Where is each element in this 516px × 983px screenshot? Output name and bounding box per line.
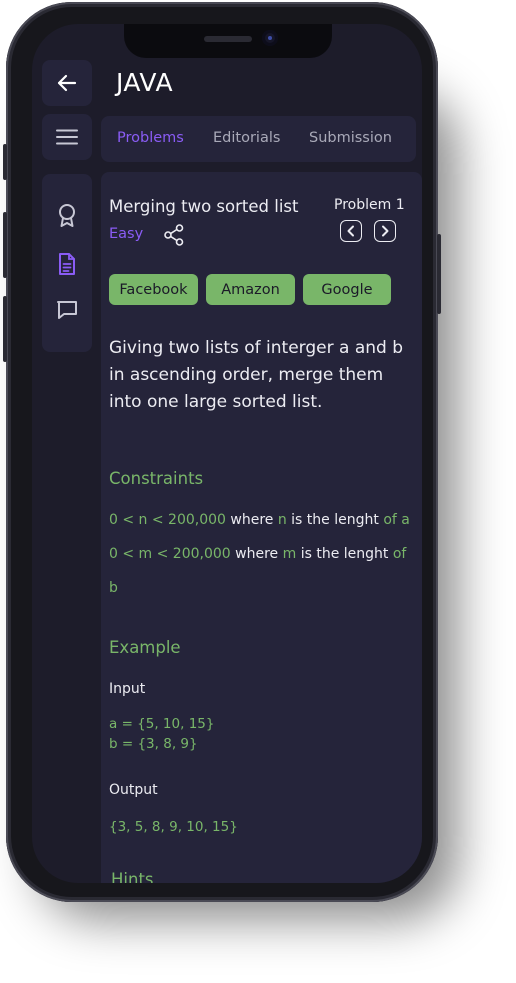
difficulty-badge: Easy: [109, 226, 144, 242]
example-heading: Example: [109, 638, 181, 657]
input-b-value: b = {3, 8, 9}: [109, 736, 198, 752]
power-button: [437, 234, 441, 314]
back-button[interactable]: [42, 60, 92, 106]
sidebar: [42, 174, 92, 352]
tab-bar: Problems Editorials Submission: [101, 116, 416, 162]
hints-heading: Hints: [111, 870, 154, 883]
tag-amazon[interactable]: Amazon: [206, 274, 295, 305]
constraint-text: is the lenght: [296, 546, 393, 562]
problem-description: Giving two lists of interger a and b in …: [109, 338, 403, 412]
chevron-right-icon: [382, 225, 389, 237]
volume-down-button: [3, 296, 7, 362]
speaker: [204, 36, 252, 42]
problem-title: Merging two sorted list: [109, 197, 299, 216]
problem-panel: Merging two sorted list Easy Problem 1 F…: [101, 172, 422, 883]
constraint-range: 0 < n < 200,000: [109, 512, 226, 528]
volume-up-button: [3, 212, 7, 278]
tag-google[interactable]: Google: [303, 274, 391, 305]
tab-submission[interactable]: Submission: [309, 130, 392, 146]
menu-icon: [56, 129, 78, 145]
notch: [124, 24, 332, 58]
constraint-line-2: 0 < m < 200,000 where m is the lenght of: [109, 546, 406, 562]
award-icon[interactable]: [56, 204, 78, 228]
input-label: Input: [109, 681, 146, 697]
tab-problems[interactable]: Problems: [117, 130, 184, 146]
constraint-variable: n: [277, 512, 287, 528]
mute-switch: [3, 144, 7, 180]
previous-problem-button[interactable]: [340, 220, 362, 242]
constraints-heading: Constraints: [109, 469, 204, 488]
menu-button[interactable]: [42, 114, 92, 160]
constraint-line-1: 0 < n < 200,000 where n is the lenght of…: [109, 512, 410, 528]
constraint-line-3: b: [109, 580, 118, 596]
document-icon[interactable]: [56, 252, 78, 276]
tag-facebook[interactable]: Facebook: [109, 274, 198, 305]
output-label: Output: [109, 782, 158, 798]
chat-icon[interactable]: [56, 298, 78, 322]
constraint-text: of a: [383, 512, 410, 528]
arrow-left-icon: [57, 74, 77, 92]
phone-frame: JAVA Problems Editorials Submission Merg…: [3, 2, 441, 902]
problem-number: Problem 1: [334, 197, 405, 213]
constraint-variable: m: [282, 546, 297, 562]
front-camera: [262, 30, 278, 46]
constraint-text: of: [392, 546, 407, 562]
constraint-text: is the lenght: [286, 512, 384, 528]
app-screen: JAVA Problems Editorials Submission Merg…: [32, 24, 422, 883]
tab-editorials[interactable]: Editorials: [213, 130, 280, 146]
constraint-text: where: [230, 546, 283, 562]
output-value: {3, 5, 8, 9, 10, 15}: [109, 819, 238, 835]
constraint-range: 0 < m < 200,000: [109, 546, 231, 562]
share-icon[interactable]: [163, 223, 185, 247]
page-title: JAVA: [116, 68, 174, 97]
input-a-value: a = {5, 10, 15}: [109, 716, 215, 732]
next-problem-button[interactable]: [374, 220, 396, 242]
constraint-text: where: [225, 512, 278, 528]
chevron-left-icon: [347, 225, 354, 237]
